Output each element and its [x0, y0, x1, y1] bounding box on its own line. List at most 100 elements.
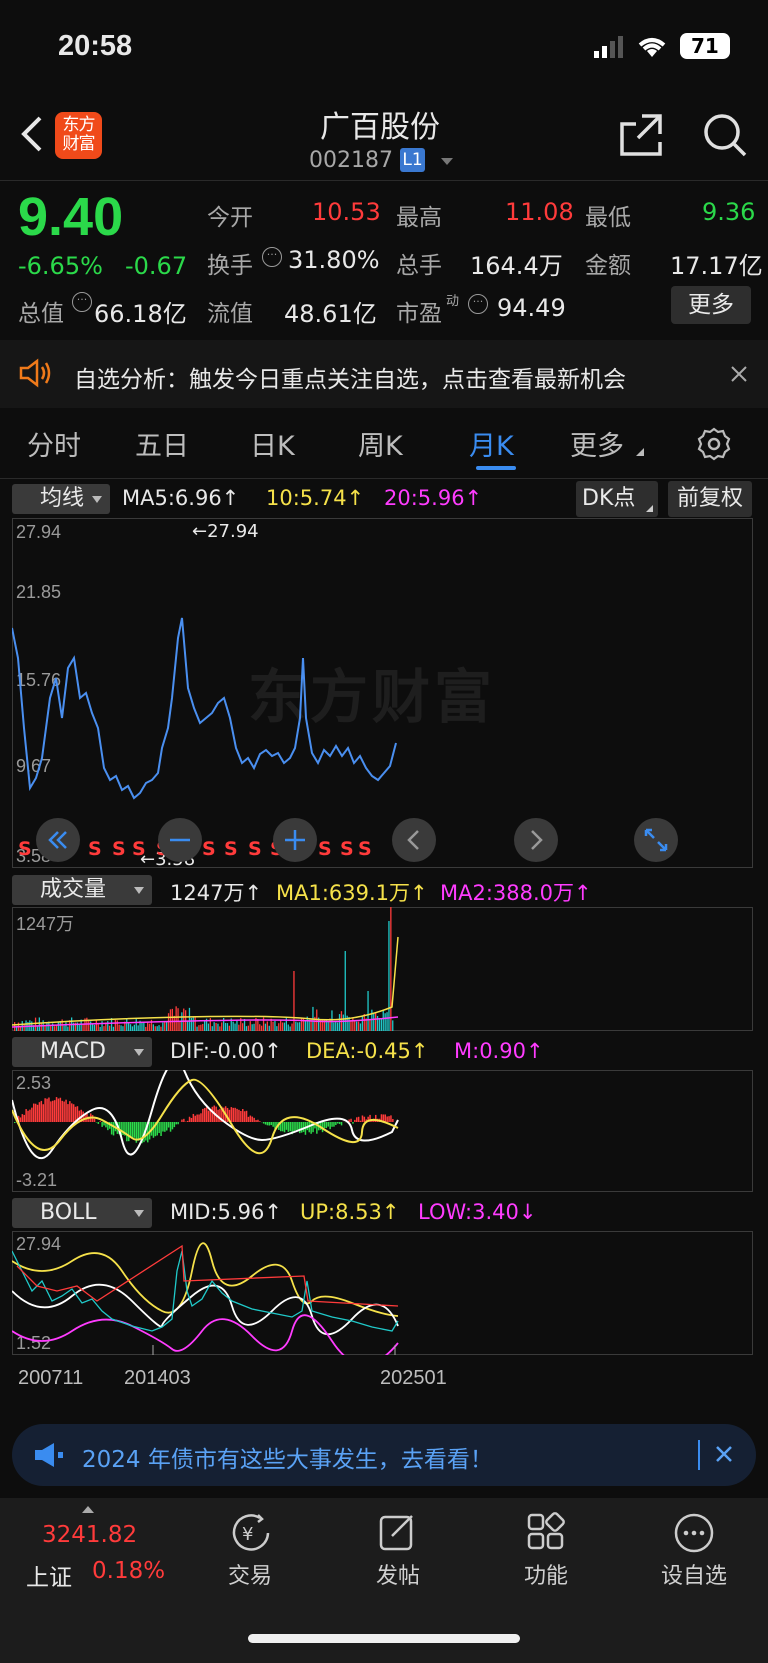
volume-bar [175, 1006, 177, 1031]
macd-bar [50, 1101, 52, 1122]
price-line [12, 617, 397, 800]
volume-bar [268, 1025, 270, 1031]
nav-post[interactable]: 发帖 [358, 1558, 438, 1590]
open-value: 10.53 [312, 198, 381, 226]
macd-bar [160, 1122, 162, 1136]
more-button[interactable]: 更多 [671, 286, 751, 324]
volume-bar [164, 1021, 166, 1031]
index-value[interactable]: 3241.82 [42, 1522, 137, 1548]
volume-bar [173, 1015, 175, 1031]
tab-daily-k[interactable]: 日K [250, 424, 295, 463]
close-icon[interactable] [729, 364, 749, 388]
macd-dea: DEA:-0.45↑ [306, 1039, 429, 1063]
nav-add-watchlist[interactable]: 设自选 [650, 1558, 738, 1590]
tab-monthly-k[interactable]: 月K [469, 424, 514, 463]
macd-bar [202, 1108, 204, 1122]
macd-bar [99, 1121, 101, 1122]
macd-bar [285, 1122, 288, 1130]
ma-indicator-select[interactable]: 均线 [12, 484, 110, 514]
settings-gear-icon[interactable] [697, 427, 731, 465]
boll-mid: MID:5.96↑ [170, 1200, 282, 1224]
adjust-price-button[interactable]: 前复权 [668, 481, 752, 517]
share-icon[interactable] [618, 112, 664, 162]
banner-text[interactable]: 2024 年债市有这些大事发生，去看看！ [82, 1440, 493, 1474]
volume-bar [145, 1026, 147, 1031]
scroll-right-button[interactable] [514, 818, 558, 862]
zoom-out-button[interactable] [158, 818, 202, 862]
banner-close-icon[interactable] [714, 1444, 734, 1468]
notice-text[interactable]: 自选分析：触发今日重点关注自选，点击查看最新机会 [74, 360, 626, 394]
price-line-chart [12, 617, 397, 800]
dk-point-button[interactable]: DK点 [576, 481, 658, 517]
low-label: 最低 [585, 205, 631, 231]
volume-bar [158, 1025, 160, 1031]
info-icon[interactable]: ··· [72, 292, 92, 312]
level-badge: L1 [400, 148, 425, 172]
macd-bar [93, 1118, 96, 1122]
info-icon[interactable]: ··· [262, 247, 282, 267]
volume-bar [295, 1021, 297, 1031]
post-icon[interactable] [378, 1512, 418, 1556]
volume-bar [327, 1021, 329, 1031]
back-button[interactable] [18, 114, 44, 158]
macd-bar [283, 1122, 286, 1133]
volume-bar [91, 1023, 94, 1031]
boll-up: UP:8.53↑ [300, 1200, 400, 1224]
tab-5day[interactable]: 五日 [135, 424, 189, 463]
tab-weekly-k[interactable]: 周K [358, 424, 403, 463]
banner-divider [698, 1440, 700, 1470]
macd-bar [266, 1122, 269, 1126]
volume-bar [242, 1023, 244, 1031]
fullscreen-button[interactable] [634, 818, 678, 862]
index-name[interactable]: 上证 [26, 1558, 72, 1592]
volume-value: 164.4万 [470, 252, 563, 280]
volume-bar [57, 1022, 59, 1031]
nav-functions[interactable]: 功能 [506, 1558, 586, 1590]
ma5-value: MA5:6.96↑ [122, 486, 240, 510]
macd-bar [335, 1122, 337, 1126]
macd-bar [19, 1117, 22, 1122]
scroll-left-fast-button[interactable] [36, 818, 80, 862]
nav-trade[interactable]: 交易 [210, 1558, 290, 1590]
tab-active-indicator [476, 466, 516, 470]
functions-icon[interactable] [526, 1512, 566, 1556]
search-icon[interactable] [702, 112, 748, 162]
volume-bar [217, 1023, 219, 1031]
boll-indicator-select[interactable]: BOLL [12, 1198, 152, 1228]
volume-bar [38, 1017, 40, 1031]
volume-bar [169, 1009, 172, 1031]
macd-bar [74, 1106, 77, 1122]
code-dropdown-icon[interactable] [441, 158, 453, 165]
macd-bar [363, 1116, 366, 1122]
trade-icon[interactable]: ¥ [230, 1512, 272, 1558]
macd-bar [232, 1107, 234, 1122]
macd-bar [164, 1122, 166, 1132]
sell-marker: S [248, 838, 262, 860]
volume-bar [147, 1022, 149, 1031]
index-change[interactable]: 0.18% [92, 1558, 165, 1584]
tab-intraday[interactable]: 分时 [27, 424, 81, 463]
info-icon[interactable]: ··· [468, 294, 488, 314]
zoom-in-button[interactable] [273, 818, 317, 862]
volume-bar [109, 1025, 111, 1031]
macd-bar [23, 1114, 25, 1122]
volume-bar [369, 1019, 371, 1031]
volume-bar [171, 1008, 173, 1031]
tab-more-triangle-icon [636, 448, 644, 456]
macd-indicator-select[interactable]: MACD [12, 1037, 152, 1067]
macd-bar [27, 1110, 29, 1122]
volume-bar [50, 1025, 52, 1031]
macd-bar [14, 1122, 16, 1124]
add-watchlist-icon[interactable] [673, 1512, 715, 1558]
tab-more[interactable]: 更多 [570, 424, 624, 463]
volume-bar [120, 1025, 122, 1031]
macd-bar [281, 1122, 284, 1132]
volume-bar [177, 1008, 179, 1031]
scroll-left-button[interactable] [392, 818, 436, 862]
volume-indicator-select[interactable]: 成交量 [12, 875, 152, 905]
macd-bar [295, 1122, 297, 1131]
macd-bar [158, 1122, 160, 1134]
volume-bar [221, 1022, 223, 1031]
volume-bar [232, 1021, 234, 1031]
volume-bar [283, 1022, 286, 1031]
